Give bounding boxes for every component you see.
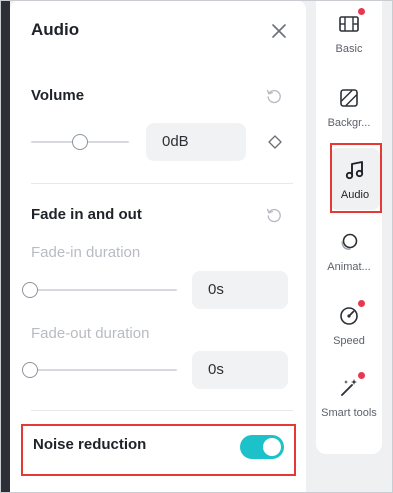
left-edge-strip [0,0,10,493]
volume-slider-handle[interactable] [72,134,88,150]
fade-reset-button[interactable] [265,206,283,224]
rail-item-animation[interactable]: Animat... [316,230,382,274]
fade-title: Fade in and out [31,206,142,223]
rail-item-label: Backgr... [327,117,371,129]
noise-reduction-row: Noise reduction [21,424,296,476]
rail-item-label: Animat... [327,261,371,273]
rail-item-audio[interactable]: Audio [330,148,380,210]
fade-in-label: Fade-in duration [31,244,141,261]
close-icon [272,24,286,38]
divider [31,183,293,184]
animation-icon [337,230,361,254]
rail-item-label: Smart tools [321,407,377,419]
noise-reduction-toggle[interactable] [240,435,284,459]
rail-item-speed[interactable]: Speed [316,300,382,348]
fade-in-value-input[interactable]: 0s [192,271,288,309]
close-button[interactable] [268,20,290,42]
rail-item-label: Audio [340,189,370,201]
fade-in-slider-track [22,289,177,291]
rail-item-label: Basic [335,43,363,55]
reset-icon [266,208,281,223]
rail-item-basic[interactable]: Basic [316,8,382,56]
fade-out-slider-track [22,369,177,371]
reset-icon [266,89,281,104]
volume-value-input[interactable]: 0dB [146,123,246,161]
rail-item-label: Speed [333,335,365,347]
fade-out-value-input[interactable]: 0s [192,351,288,389]
fade-out-slider-handle[interactable] [22,362,38,378]
noise-reduction-label: Noise reduction [33,436,147,453]
notification-dot [358,300,365,307]
divider [31,410,293,411]
fade-out-slider[interactable] [22,362,177,378]
panel-header: Audio [31,18,290,46]
audio-panel: Audio Volume 0dB Fade in and out Fade-in… [10,0,306,493]
speed-icon [337,300,365,328]
magic-wand-icon [337,372,365,400]
toggle-knob [263,438,281,456]
keyframe-button[interactable] [267,134,283,150]
film-icon [337,8,365,36]
volume-reset-button[interactable] [265,87,283,105]
background-icon [337,86,361,110]
fade-in-slider[interactable] [22,282,177,298]
volume-slider[interactable] [31,134,129,150]
panel-title: Audio [31,20,80,39]
notification-dot [358,372,365,379]
fade-out-label: Fade-out duration [31,325,150,342]
property-rail: Basic Backgr... Audio Animat... Speed Sm… [316,0,382,454]
notification-dot [358,8,365,15]
rail-item-smart-tools[interactable]: Smart tools [316,372,382,420]
diamond-icon [268,135,282,149]
music-note-icon [343,158,367,182]
volume-title: Volume [31,87,85,104]
fade-in-slider-handle[interactable] [22,282,38,298]
rail-item-background[interactable]: Backgr... [316,86,382,130]
